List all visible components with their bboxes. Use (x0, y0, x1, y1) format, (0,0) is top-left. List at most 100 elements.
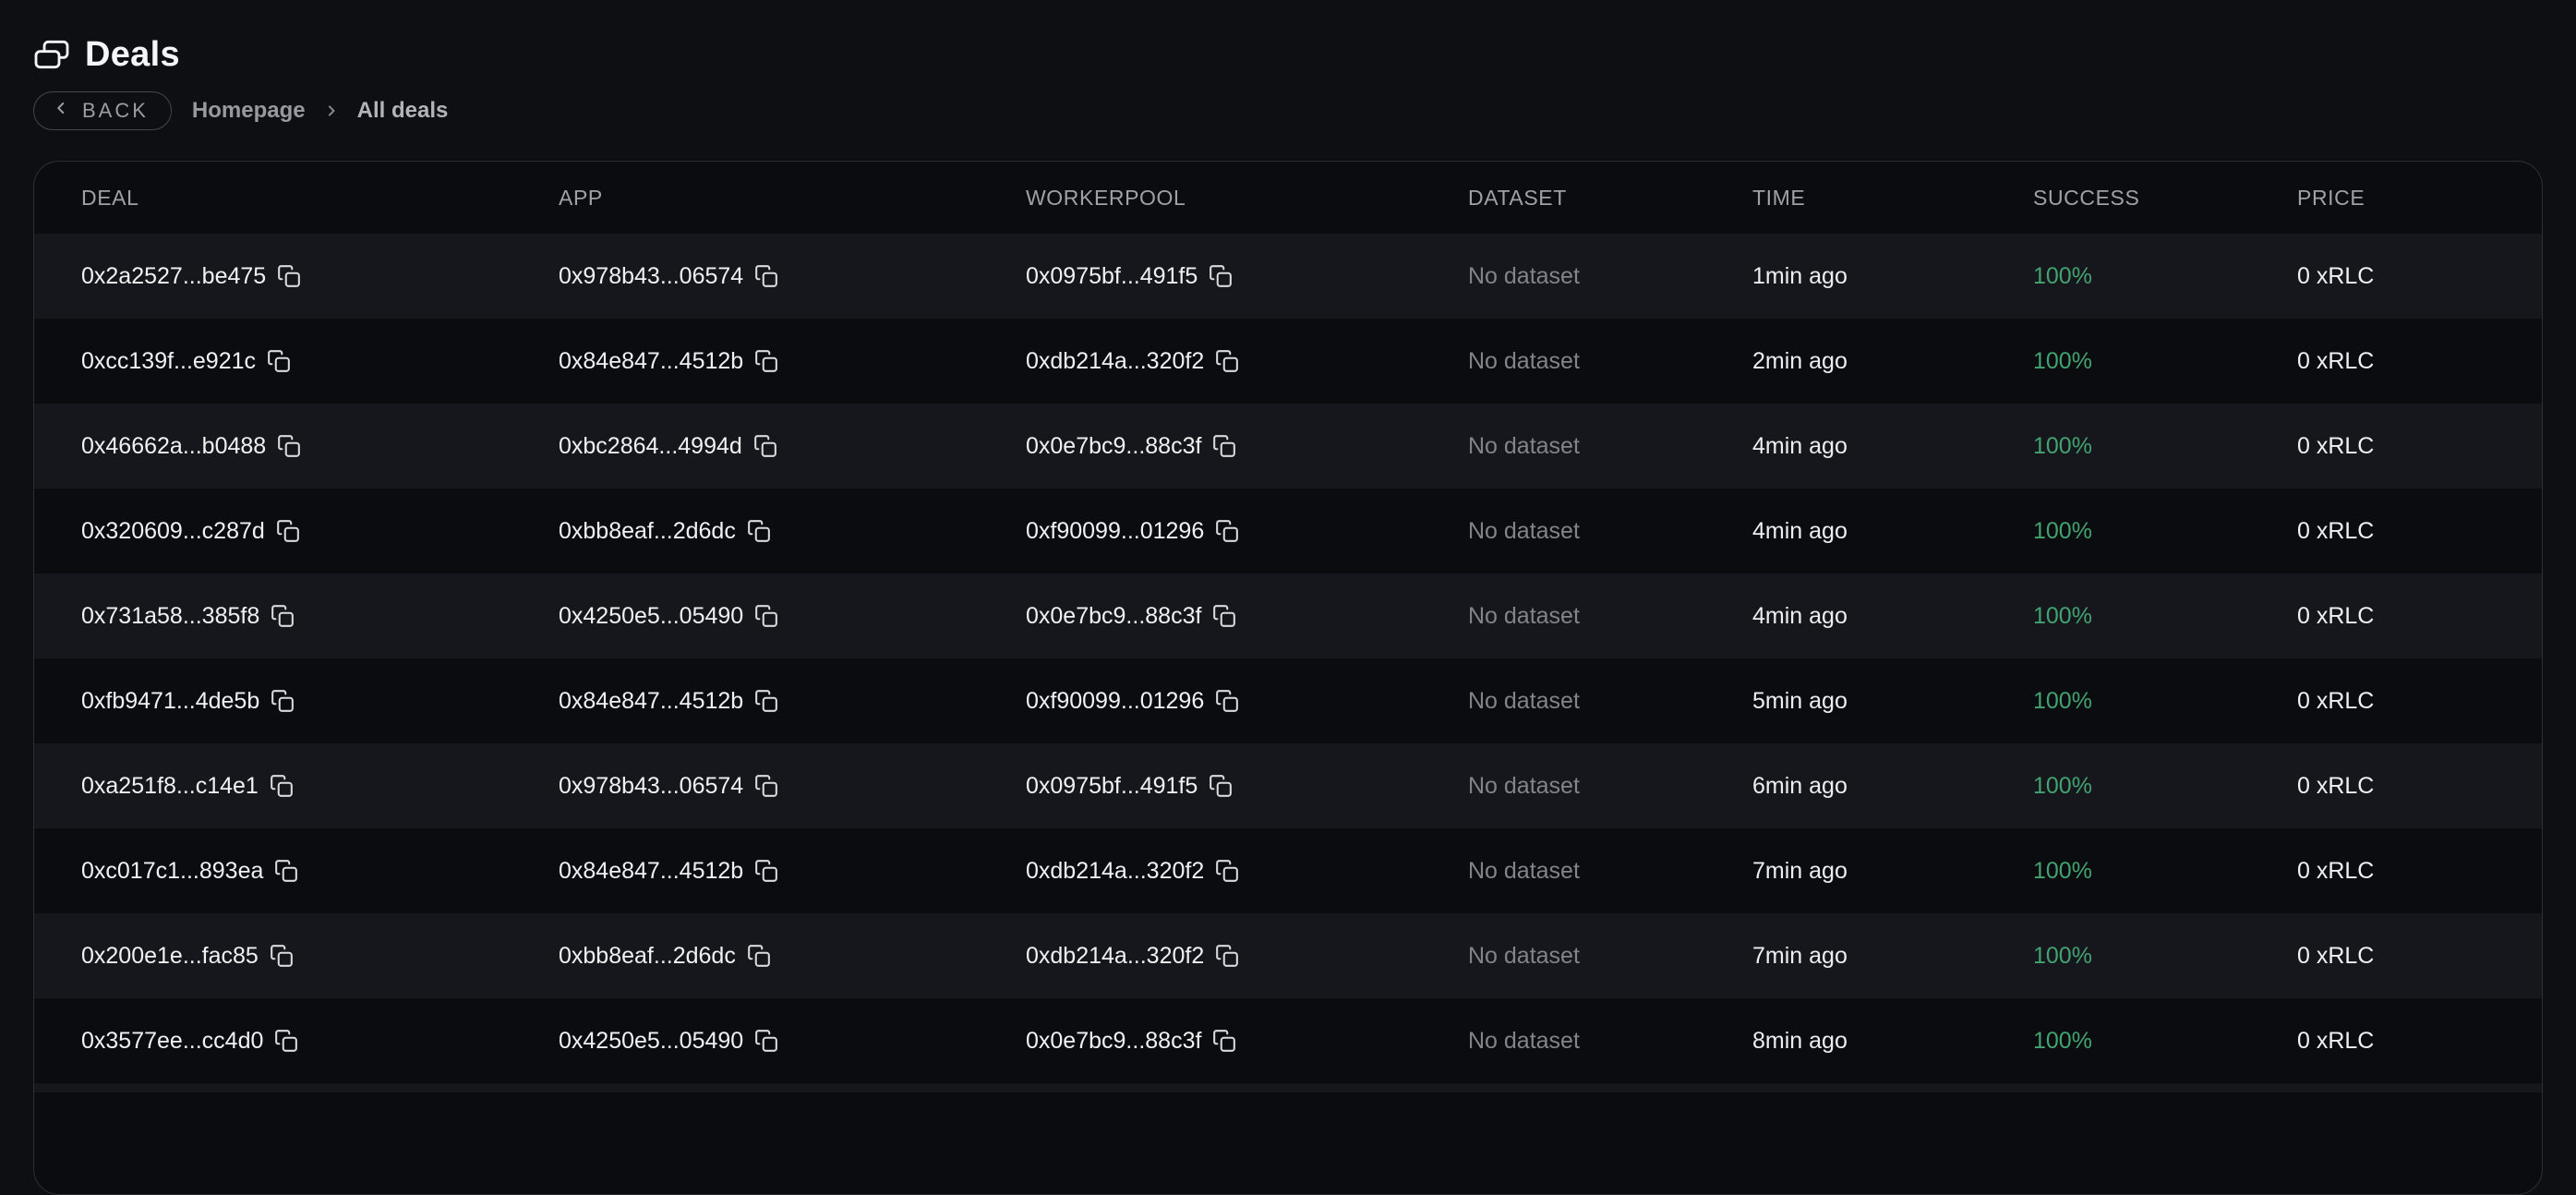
page-title: Deals (85, 35, 180, 75)
deal-id[interactable]: 0x46662a...b0488 (81, 433, 266, 460)
app-id[interactable]: 0xbc2864...4994d (559, 433, 742, 460)
deal-id[interactable]: 0xc017c1...893ea (81, 858, 263, 885)
copy-icon[interactable] (1215, 349, 1239, 373)
dataset-value: No dataset (1468, 263, 1580, 290)
back-button[interactable]: BACK (33, 91, 172, 130)
app-id[interactable]: 0x84e847...4512b (559, 858, 743, 885)
column-header-dataset: DATASET (1468, 186, 1752, 211)
copy-icon[interactable] (274, 859, 298, 883)
table-row[interactable]: 0x200e1e...fac85 0xbb8eaf...2d6dc 0xdb21… (34, 913, 2542, 998)
deal-id[interactable]: 0x320609...c287d (81, 518, 265, 545)
app-id[interactable]: 0x4250e5...05490 (559, 1028, 743, 1055)
app-id[interactable]: 0x4250e5...05490 (559, 603, 743, 630)
copy-icon[interactable] (271, 689, 295, 713)
breadcrumb-homepage[interactable]: Homepage (192, 98, 306, 124)
copy-icon[interactable] (754, 1029, 778, 1053)
workerpool-id[interactable]: 0x0e7bc9...88c3f (1026, 603, 1201, 630)
dataset-value: No dataset (1468, 943, 1580, 970)
copy-icon[interactable] (747, 519, 771, 543)
copy-icon[interactable] (270, 774, 294, 798)
app-id[interactable]: 0xbb8eaf...2d6dc (559, 943, 736, 970)
deal-id[interactable]: 0x3577ee...cc4d0 (81, 1028, 263, 1055)
table-row[interactable]: 0xfb9471...4de5b 0x84e847...4512b 0xf900… (34, 658, 2542, 743)
copy-icon[interactable] (277, 434, 301, 458)
deal-id[interactable]: 0xcc139f...e921c (81, 348, 256, 375)
workerpool-id[interactable]: 0x0e7bc9...88c3f (1026, 1028, 1201, 1055)
copy-icon[interactable] (1212, 604, 1236, 628)
price-value: 0 xRLC (2297, 1028, 2374, 1055)
deal-id[interactable]: 0xfb9471...4de5b (81, 688, 259, 715)
workerpool-id[interactable]: 0x0975bf...491f5 (1026, 773, 1198, 800)
table-row[interactable]: 0xc017c1...893ea 0x84e847...4512b 0xdb21… (34, 828, 2542, 913)
copy-icon[interactable] (1209, 264, 1233, 288)
breadcrumb-all-deals: All deals (357, 98, 449, 124)
copy-icon[interactable] (1212, 1029, 1236, 1053)
time-value: 6min ago (1752, 773, 1848, 800)
copy-icon[interactable] (754, 859, 778, 883)
copy-icon[interactable] (754, 774, 778, 798)
column-header-deal: DEAL (81, 186, 559, 211)
column-header-app: APP (559, 186, 1026, 211)
deals-icon (33, 40, 70, 71)
copy-icon[interactable] (267, 349, 291, 373)
copy-icon[interactable] (1215, 944, 1239, 968)
table-row[interactable]: 0x3577ee...cc4d0 0x4250e5...05490 0x0e7b… (34, 998, 2542, 1083)
workerpool-id[interactable]: 0xdb214a...320f2 (1026, 858, 1204, 885)
success-value: 100% (2033, 858, 2092, 885)
workerpool-id[interactable]: 0xf90099...01296 (1026, 688, 1204, 715)
copy-icon[interactable] (1215, 859, 1239, 883)
copy-icon[interactable] (754, 349, 778, 373)
app-id[interactable]: 0x978b43...06574 (559, 773, 743, 800)
price-value: 0 xRLC (2297, 943, 2374, 970)
dataset-value: No dataset (1468, 518, 1580, 545)
workerpool-id[interactable]: 0xf90099...01296 (1026, 518, 1204, 545)
copy-icon[interactable] (276, 519, 300, 543)
workerpool-id[interactable]: 0xdb214a...320f2 (1026, 348, 1204, 375)
copy-icon[interactable] (754, 689, 778, 713)
workerpool-id[interactable]: 0x0e7bc9...88c3f (1026, 433, 1201, 460)
success-value: 100% (2033, 773, 2092, 800)
copy-icon[interactable] (1212, 434, 1236, 458)
table-row[interactable]: 0x2a2527...be475 0x978b43...06574 0x0975… (34, 234, 2542, 319)
price-value: 0 xRLC (2297, 858, 2374, 885)
copy-icon[interactable] (754, 264, 778, 288)
time-value: 1min ago (1752, 263, 1848, 290)
table-row[interactable]: 0xa251f8...c14e1 0x978b43...06574 0x0975… (34, 743, 2542, 828)
copy-icon[interactable] (274, 1029, 298, 1053)
deals-table-card: DEAL APP WORKERPOOL DATASET TIME SUCCESS… (33, 161, 2543, 1195)
app-id[interactable]: 0x978b43...06574 (559, 263, 743, 290)
deal-id[interactable]: 0xa251f8...c14e1 (81, 773, 259, 800)
app-id[interactable]: 0x84e847...4512b (559, 688, 743, 715)
price-value: 0 xRLC (2297, 773, 2374, 800)
copy-icon[interactable] (270, 944, 294, 968)
deal-id[interactable]: 0x200e1e...fac85 (81, 943, 259, 970)
copy-icon[interactable] (754, 604, 778, 628)
copy-icon[interactable] (1215, 519, 1239, 543)
copy-icon[interactable] (1209, 774, 1233, 798)
chevron-left-icon (51, 98, 71, 124)
deal-id[interactable]: 0x731a58...385f8 (81, 603, 259, 630)
table-row[interactable]: 0x320609...c287d 0xbb8eaf...2d6dc 0xf900… (34, 489, 2542, 573)
table-row[interactable]: 0xcc139f...e921c 0x84e847...4512b 0xdb21… (34, 319, 2542, 404)
table-header-row: DEAL APP WORKERPOOL DATASET TIME SUCCESS… (34, 162, 2542, 234)
copy-icon[interactable] (277, 264, 301, 288)
success-value: 100% (2033, 1028, 2092, 1055)
price-value: 0 xRLC (2297, 263, 2374, 290)
app-id[interactable]: 0x84e847...4512b (559, 348, 743, 375)
time-value: 7min ago (1752, 943, 1848, 970)
deal-id[interactable]: 0x2a2527...be475 (81, 263, 266, 290)
success-value: 100% (2033, 603, 2092, 630)
workerpool-id[interactable]: 0x0975bf...491f5 (1026, 263, 1198, 290)
column-header-price: PRICE (2297, 186, 2542, 211)
time-value: 4min ago (1752, 518, 1848, 545)
copy-icon[interactable] (747, 944, 771, 968)
table-row[interactable]: 0x731a58...385f8 0x4250e5...05490 0x0e7b… (34, 573, 2542, 658)
table-row[interactable]: 0x46662a...b0488 0xbc2864...4994d 0x0e7b… (34, 404, 2542, 489)
app-id[interactable]: 0xbb8eaf...2d6dc (559, 518, 736, 545)
copy-icon[interactable] (753, 434, 777, 458)
workerpool-id[interactable]: 0xdb214a...320f2 (1026, 943, 1204, 970)
column-header-workerpool: WORKERPOOL (1026, 186, 1468, 211)
time-value: 7min ago (1752, 858, 1848, 885)
copy-icon[interactable] (271, 604, 295, 628)
copy-icon[interactable] (1215, 689, 1239, 713)
